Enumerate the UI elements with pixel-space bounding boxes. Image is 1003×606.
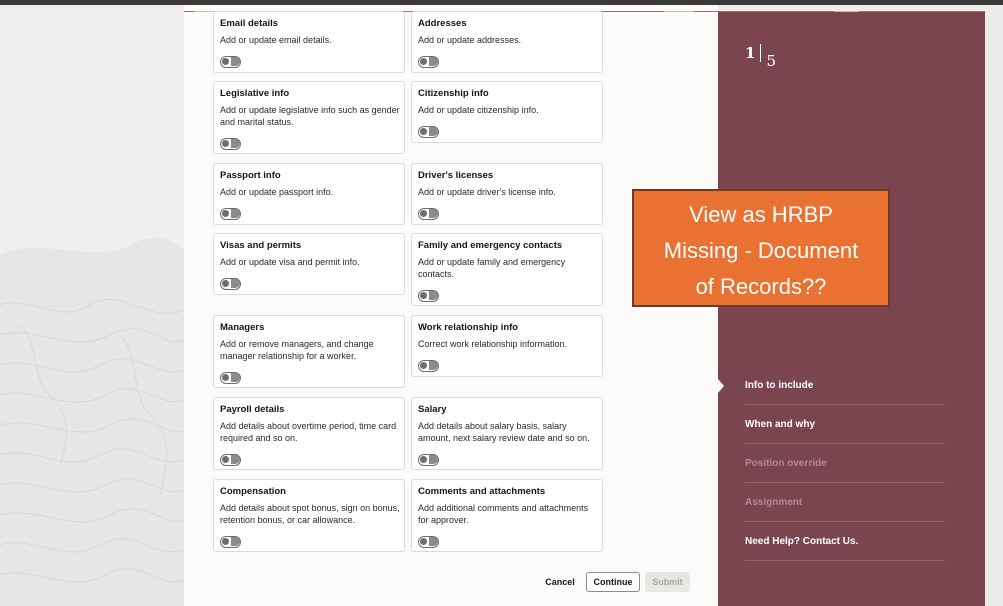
- total-steps: 5: [766, 52, 776, 70]
- citizenship-info-toggle[interactable]: [418, 126, 439, 138]
- card-description: Add details about spot bonus, sign on bo…: [220, 503, 400, 525]
- step-indicator: 15: [745, 44, 776, 70]
- nav-item-info-to-include[interactable]: Info to include: [745, 366, 945, 405]
- managers-toggle[interactable]: [220, 372, 241, 384]
- card-comments-attachments: Comments and attachments Add additional …: [411, 479, 603, 552]
- nav-item-assignment: Assignment: [745, 483, 945, 522]
- card-drivers-licenses: Driver's licenses Add or update driver's…: [411, 163, 603, 225]
- email-details-toggle[interactable]: [220, 56, 241, 68]
- card-title: Legislative info: [220, 88, 290, 99]
- cancel-button[interactable]: Cancel: [536, 572, 584, 592]
- card-title: Citizenship info: [418, 88, 489, 99]
- salary-toggle[interactable]: [418, 454, 439, 466]
- card-visas-and-permits: Visas and permits Add or update visa and…: [213, 233, 405, 295]
- passport-info-toggle[interactable]: [220, 208, 241, 220]
- callout-line-3: of Records??: [695, 274, 827, 299]
- nav-item-need-help[interactable]: Need Help? Contact Us.: [745, 522, 945, 561]
- card-description: Add or update driver's license info.: [418, 187, 556, 197]
- callout-annotation: View as HRBP Missing - Document of Recor…: [632, 189, 890, 307]
- card-citizenship-info: Citizenship info Add or update citizensh…: [411, 81, 603, 143]
- card-work-relationship-info: Work relationship info Correct work rela…: [411, 315, 603, 377]
- card-title: Visas and permits: [220, 240, 302, 251]
- visas-and-permits-toggle[interactable]: [220, 278, 241, 290]
- card-title: Email details: [220, 18, 279, 29]
- compensation-toggle[interactable]: [220, 536, 241, 548]
- continue-button[interactable]: Continue: [586, 572, 640, 592]
- comments-attachments-toggle[interactable]: [418, 536, 439, 548]
- card-title: Compensation: [220, 486, 286, 497]
- background-pattern: [0, 5, 185, 606]
- card-description: Add or update citizenship info.: [418, 105, 539, 115]
- card-description: Add additional comments and attachments …: [418, 503, 589, 525]
- submit-button[interactable]: Submit: [645, 572, 690, 592]
- card-payroll-details: Payroll details Add details about overti…: [213, 397, 405, 470]
- card-title: Managers: [220, 322, 265, 333]
- card-title: Work relationship info: [418, 322, 519, 333]
- card-salary: Salary Add details about salary basis, s…: [411, 397, 603, 470]
- right-edge-background: [985, 5, 1003, 606]
- card-legislative-info: Legislative info Add or update legislati…: [213, 81, 405, 154]
- callout-line-1: View as HRBP: [689, 202, 833, 227]
- step-divider: [760, 44, 762, 62]
- card-description: Add or update email details.: [220, 35, 332, 45]
- card-description: Add details about overtime period, time …: [220, 421, 397, 443]
- step-nav: Info to include When and why Position ov…: [745, 366, 945, 561]
- card-title: Driver's licenses: [418, 170, 494, 181]
- card-title: Comments and attachments: [418, 486, 546, 497]
- addresses-toggle[interactable]: [418, 56, 439, 68]
- card-title: Payroll details: [220, 404, 285, 415]
- card-description: Add details about salary basis, salary a…: [418, 421, 590, 443]
- nav-item-position-override: Position override: [745, 444, 945, 483]
- drivers-licenses-toggle[interactable]: [418, 208, 439, 220]
- card-description: Correct work relationship information.: [418, 339, 568, 349]
- payroll-details-toggle[interactable]: [220, 454, 241, 466]
- family-emergency-contacts-toggle[interactable]: [418, 290, 439, 302]
- card-description: Add or update addresses.: [418, 35, 522, 45]
- card-managers: Managers Add or remove managers, and cha…: [213, 315, 405, 388]
- current-step: 1: [745, 44, 756, 62]
- side-panel: 15 Info to include When and why Position…: [718, 12, 985, 606]
- card-description: Add or remove managers, and change manag…: [220, 339, 374, 361]
- card-compensation: Compensation Add details about spot bonu…: [213, 479, 405, 552]
- work-relationship-info-toggle[interactable]: [418, 360, 439, 372]
- card-title: Family and emergency contacts: [418, 240, 563, 251]
- card-title: Passport info: [220, 170, 281, 181]
- nav-item-when-and-why[interactable]: When and why: [745, 405, 945, 444]
- card-description: Add or update passport info.: [220, 187, 334, 197]
- card-addresses: Addresses Add or update addresses.: [411, 11, 603, 73]
- card-family-emergency-contacts: Family and emergency contacts Add or upd…: [411, 233, 603, 306]
- card-passport-info: Passport info Add or update passport inf…: [213, 163, 405, 225]
- card-description: Add or update legislative info such as g…: [220, 105, 400, 127]
- card-email-details: Email details Add or update email detail…: [213, 11, 405, 73]
- card-title: Salary: [418, 404, 447, 415]
- card-title: Addresses: [418, 18, 467, 29]
- card-description: Add or update family and emergency conta…: [418, 257, 566, 279]
- current-step-marker-icon: [718, 379, 724, 393]
- card-description: Add or update visa and permit info.: [220, 257, 360, 267]
- legislative-info-toggle[interactable]: [220, 138, 241, 150]
- callout-line-2: Missing - Document: [663, 238, 859, 263]
